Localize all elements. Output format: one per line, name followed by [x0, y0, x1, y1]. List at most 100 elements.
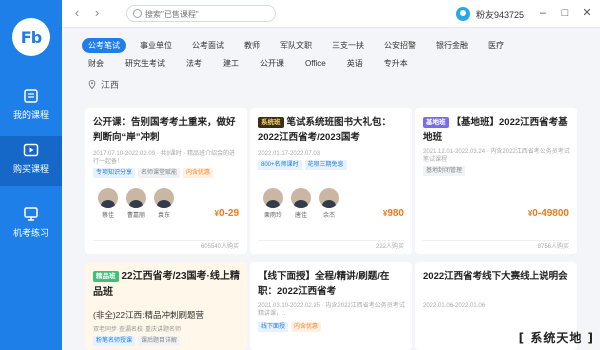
course-title: 精品班 22江西省考/23国考·线上精品班 [93, 271, 240, 298]
teacher-name: 余杰 [322, 213, 335, 219]
course-title: 系统班 笔试系统班图书大礼包：2022江西省考/2023国考 [258, 117, 392, 143]
course-price: ¥980 [382, 208, 404, 219]
top-bar: ‹ › 粉友943725 – □ ✕ [62, 0, 600, 28]
filter-chip[interactable]: 建工 [217, 56, 245, 71]
avatar [456, 7, 470, 21]
course-price: ¥0-29 [214, 208, 239, 219]
filter-chip[interactable]: 教师 [238, 38, 266, 53]
filter-chip[interactable]: Office [299, 56, 332, 71]
filter-chip[interactable]: 公开课 [254, 56, 290, 71]
sidebar-item-buy-courses[interactable]: 购买课程 [0, 136, 62, 186]
filter-chip[interactable]: 银行金融 [430, 38, 474, 53]
course-meta: 2017.07.10-2022.02.09 · 共9课时 · 精品班介绍会的进行… [93, 151, 236, 165]
filter-chip[interactable]: 公安招警 [378, 38, 422, 53]
teacher-name: 曹嘉丽 [126, 213, 145, 219]
course-labels: 基地封闭管理 [423, 166, 468, 176]
filter-chip[interactable]: 事业单位 [134, 38, 178, 53]
play-icon [23, 143, 39, 157]
course-label: 花呗三期免息 [304, 160, 347, 170]
sidebar-item-label: 我的课程 [12, 110, 49, 120]
search-box[interactable] [126, 5, 276, 22]
course-meta: 双老同步·查漏名校·重庆讲题名师 [93, 327, 181, 333]
teacher-name: 唐佳 [294, 213, 307, 219]
filter-chip[interactable]: 军队文职 [274, 38, 318, 53]
course-title: 基地班 【基地班】2022江西省考基地班 [423, 117, 568, 143]
sidebar-item-my-courses[interactable]: 我的课程 [0, 82, 62, 132]
teacher-avatar [319, 188, 339, 208]
filter-chip[interactable]: 专升本 [378, 56, 414, 71]
teacher-avatar [154, 188, 174, 208]
teacher: 袁东 [151, 188, 177, 219]
course-price: ¥0-49800 [527, 208, 569, 219]
user-profile[interactable]: 粉友943725 [456, 6, 524, 22]
course-card[interactable]: 公开课：告别国考考土重来，做好判断向“岸”冲刺 2017.07.10-2022.… [85, 108, 247, 254]
course-subtitle: (非全)22江西:精品冲刺刷题营 [93, 310, 204, 320]
teacher-name: 袁东 [157, 213, 170, 219]
purchase-count: 8756人购买 [423, 240, 569, 254]
filter-chip[interactable]: 研究生考试 [119, 56, 171, 71]
sidebar: Fb 我的课程 购买课程 机考练习 [0, 0, 62, 350]
location-selector[interactable]: 江西 [88, 78, 119, 91]
sidebar-item-exam-practice[interactable]: 机考练习 [0, 200, 62, 250]
course-title: 公开课：告别国考考土重来，做好判断向“岸”冲刺 [93, 117, 236, 143]
course-card[interactable]: 【线下面授】全程/精讲/刷题/在职：2022江西省考 2021.03.10-20… [250, 262, 412, 350]
teacher: 曹嘉丽 [123, 188, 149, 219]
exam-icon [24, 207, 38, 221]
filter-chip[interactable]: 财会 [82, 56, 110, 71]
course-label: 线下面授 [258, 322, 289, 332]
teacher-name: 蔡佳 [101, 213, 114, 219]
course-type-tag: 基地班 [423, 117, 449, 128]
course-meta: 2021.12.01-2022.03.24 · 内含2022江西省考公务员考试笔… [423, 149, 570, 163]
filter-chip[interactable]: 公考笔试 [82, 38, 126, 53]
filter-chip[interactable]: 三支一扶 [326, 38, 370, 53]
search-input[interactable] [145, 8, 265, 20]
teacher-avatar [98, 188, 118, 208]
filter-chip[interactable]: 医疗 [482, 38, 510, 53]
teacher-list: 栗雨玲 唐佳 余杰 [260, 188, 344, 219]
sidebar-item-label: 购买课程 [12, 164, 49, 174]
teacher-avatar [291, 188, 311, 208]
maximize-icon[interactable]: □ [558, 6, 572, 20]
teacher-avatar [126, 188, 146, 208]
filter-chip[interactable]: 英语 [341, 56, 369, 71]
username: 粉友943725 [476, 9, 525, 20]
course-labels: 800+名师课时 花呗三期免息 [258, 160, 350, 170]
course-label: 内含优惠 [291, 322, 322, 332]
filter-chip[interactable]: 法考 [180, 56, 208, 71]
course-labels: 线下面授 内含优惠 [258, 322, 324, 332]
teacher: 蔡佳 [95, 188, 121, 219]
teacher: 余杰 [316, 188, 342, 219]
location-pin-icon [88, 80, 96, 89]
course-title: 2022江西省考线下大赛线上说明会 [423, 271, 568, 282]
forward-icon[interactable]: › [90, 6, 104, 20]
course-label: 基地封闭管理 [423, 166, 466, 176]
watermark: [ 系统天地 ] [518, 331, 594, 345]
course-type-tag: 精品班 [93, 271, 119, 282]
course-label: 名师课堂赋能 [138, 168, 181, 178]
teacher: 栗雨玲 [260, 188, 286, 219]
course-label: 内含优惠 [183, 168, 214, 178]
teacher-avatar [263, 188, 283, 208]
course-labels: 专项知识分享 名师课堂赋能 内含优惠 [93, 168, 216, 178]
teacher-name: 栗雨玲 [263, 213, 282, 219]
minimize-icon[interactable]: – [536, 6, 550, 20]
close-icon[interactable]: ✕ [580, 6, 594, 20]
course-label: 课后题目详解 [138, 336, 181, 346]
book-icon [24, 89, 38, 103]
filter-chip[interactable]: 公考面试 [186, 38, 230, 53]
filter-row-exam-types: 公考笔试 事业单位 公考面试 教师 军队文职 三支一扶 公安招警 银行金融 医疗 [82, 38, 518, 53]
course-type-tag: 系统班 [258, 117, 284, 128]
course-label: 专项知识分享 [93, 168, 136, 178]
course-meta: 2022.01.06-2022.01.06 [423, 303, 486, 309]
course-card[interactable]: 精品班 22江西省考/23国考·线上精品班 (非全)22江西:精品冲刺刷题营 双老… [85, 262, 247, 350]
back-icon[interactable]: ‹ [70, 6, 84, 20]
app-logo: Fb [12, 18, 50, 56]
search-icon [133, 9, 142, 18]
filter-panel: 公考笔试 事业单位 公考面试 教师 军队文职 三支一扶 公安招警 银行金融 医疗… [70, 32, 594, 100]
course-labels: 粉笔名师授课 课后题目详解 [93, 336, 183, 346]
course-card[interactable]: 基地班 【基地班】2022江西省考基地班 2021.12.01-2022.03.2… [415, 108, 577, 254]
course-meta: 2022.01.17-2022.07.03 [258, 151, 321, 157]
course-card[interactable]: 系统班 笔试系统班图书大礼包：2022江西省考/2023国考 2022.01.17… [250, 108, 412, 254]
purchase-count: 222人购买 [258, 240, 404, 254]
teacher-list: 蔡佳 曹嘉丽 袁东 [95, 188, 179, 219]
